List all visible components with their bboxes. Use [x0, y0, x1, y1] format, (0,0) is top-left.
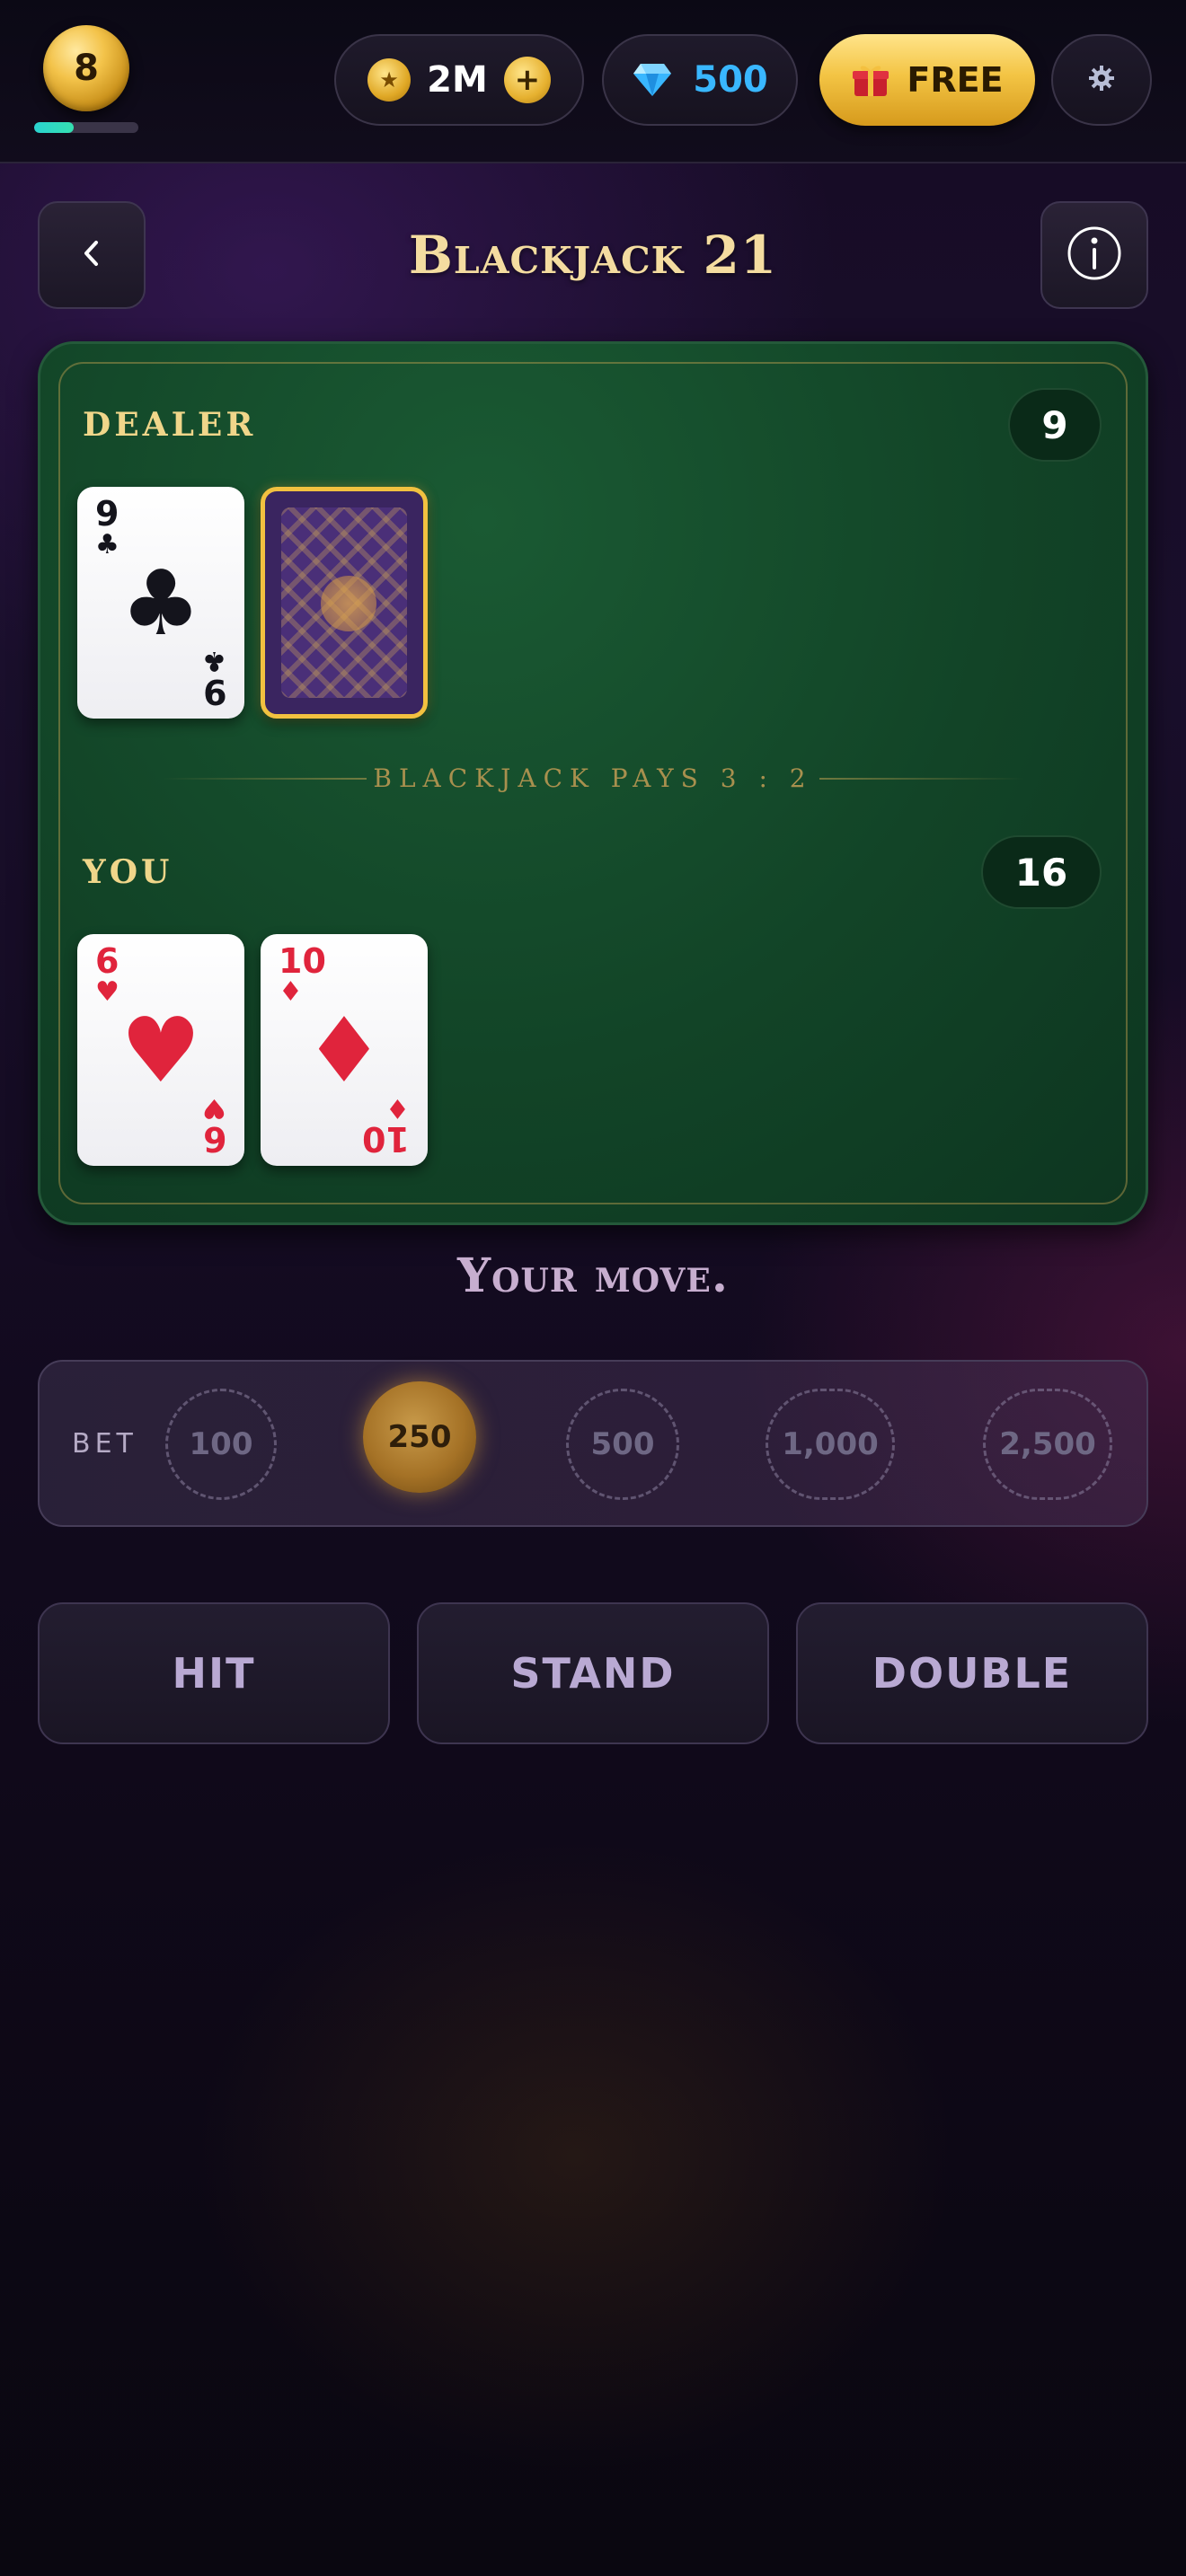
chip-250[interactable]: 250 [363, 1381, 476, 1493]
stand-button[interactable]: STAND [417, 1602, 769, 1744]
double-button[interactable]: DOUBLE [796, 1602, 1148, 1744]
dealer-card-hidden [261, 487, 428, 719]
divider-right [819, 778, 1024, 780]
page-title: Blackjack 21 [408, 225, 778, 286]
card-rank: 9 [202, 672, 226, 711]
info-button[interactable] [1040, 201, 1148, 309]
clubs-icon: ♣ [95, 529, 119, 560]
add-coins-button[interactable]: + [503, 57, 551, 103]
blackjack-pays-rule: BLACKJACK PAYS 3 : 2 [373, 763, 813, 793]
back-button[interactable] [38, 201, 146, 309]
turn-status: Your move. [457, 1248, 729, 1303]
diamonds-icon: ♦ [385, 1092, 410, 1124]
xp-progress-bar [34, 122, 138, 133]
star-coin-icon: ★ [367, 58, 412, 101]
hearts-icon: ♥ [120, 998, 201, 1103]
player-card-1: 6 ♥ ♥ ♥ 6 [77, 934, 244, 1166]
chip-100[interactable]: 100 [165, 1389, 277, 1500]
player-score: 16 [981, 835, 1102, 909]
top-bar: 8 ★ 2M + 500 FREE [0, 0, 1186, 163]
diamonds-icon: ♦ [279, 976, 303, 1008]
xp-progress-fill [34, 122, 75, 133]
level-number: 8 [74, 48, 99, 89]
diamond-gem-icon [632, 62, 673, 98]
chip-1000[interactable]: 1,000 [766, 1389, 895, 1500]
clubs-icon: ♣ [120, 551, 201, 656]
hearts-icon: ♥ [95, 976, 119, 1008]
coin-amount: 2M [427, 59, 488, 101]
coin-balance[interactable]: ★ 2M + [334, 34, 584, 126]
card-rank: 10 [279, 941, 326, 981]
clubs-icon: ♣ [202, 645, 226, 676]
divider-left [162, 778, 367, 780]
card-rank: 6 [95, 941, 119, 981]
free-label: FREE [907, 60, 1004, 100]
diamonds-icon: ♦ [304, 998, 385, 1103]
dealer-score: 9 [1008, 388, 1102, 462]
gear-icon [1088, 65, 1115, 95]
free-gift-button[interactable]: FREE [819, 34, 1035, 126]
info-icon [1066, 225, 1123, 286]
chip-500[interactable]: 500 [566, 1389, 679, 1500]
gift-icon [851, 62, 890, 98]
gem-amount: 500 [693, 59, 768, 101]
player-card-2: 10 ♦ ♦ ♦ 10 [261, 934, 428, 1166]
hearts-icon: ♥ [202, 1092, 226, 1124]
card-rank: 6 [202, 1119, 226, 1159]
chip-2500[interactable]: 2,500 [983, 1389, 1112, 1500]
bet-label: BET [72, 1428, 137, 1460]
settings-button[interactable] [1051, 34, 1152, 126]
card-rank: 9 [95, 494, 119, 534]
dealer-label: DEALER [83, 406, 257, 444]
hit-button[interactable]: HIT [38, 1602, 390, 1744]
dealer-card-1: 9 ♣ ♣ ♣ 9 [77, 487, 244, 719]
card-back-emblem [321, 576, 376, 631]
level-badge[interactable]: 8 [43, 25, 129, 111]
gem-balance[interactable]: 500 [602, 34, 798, 126]
chevron-left-icon [78, 235, 105, 275]
card-rank: 10 [362, 1119, 410, 1159]
player-label: YOU [83, 853, 173, 891]
